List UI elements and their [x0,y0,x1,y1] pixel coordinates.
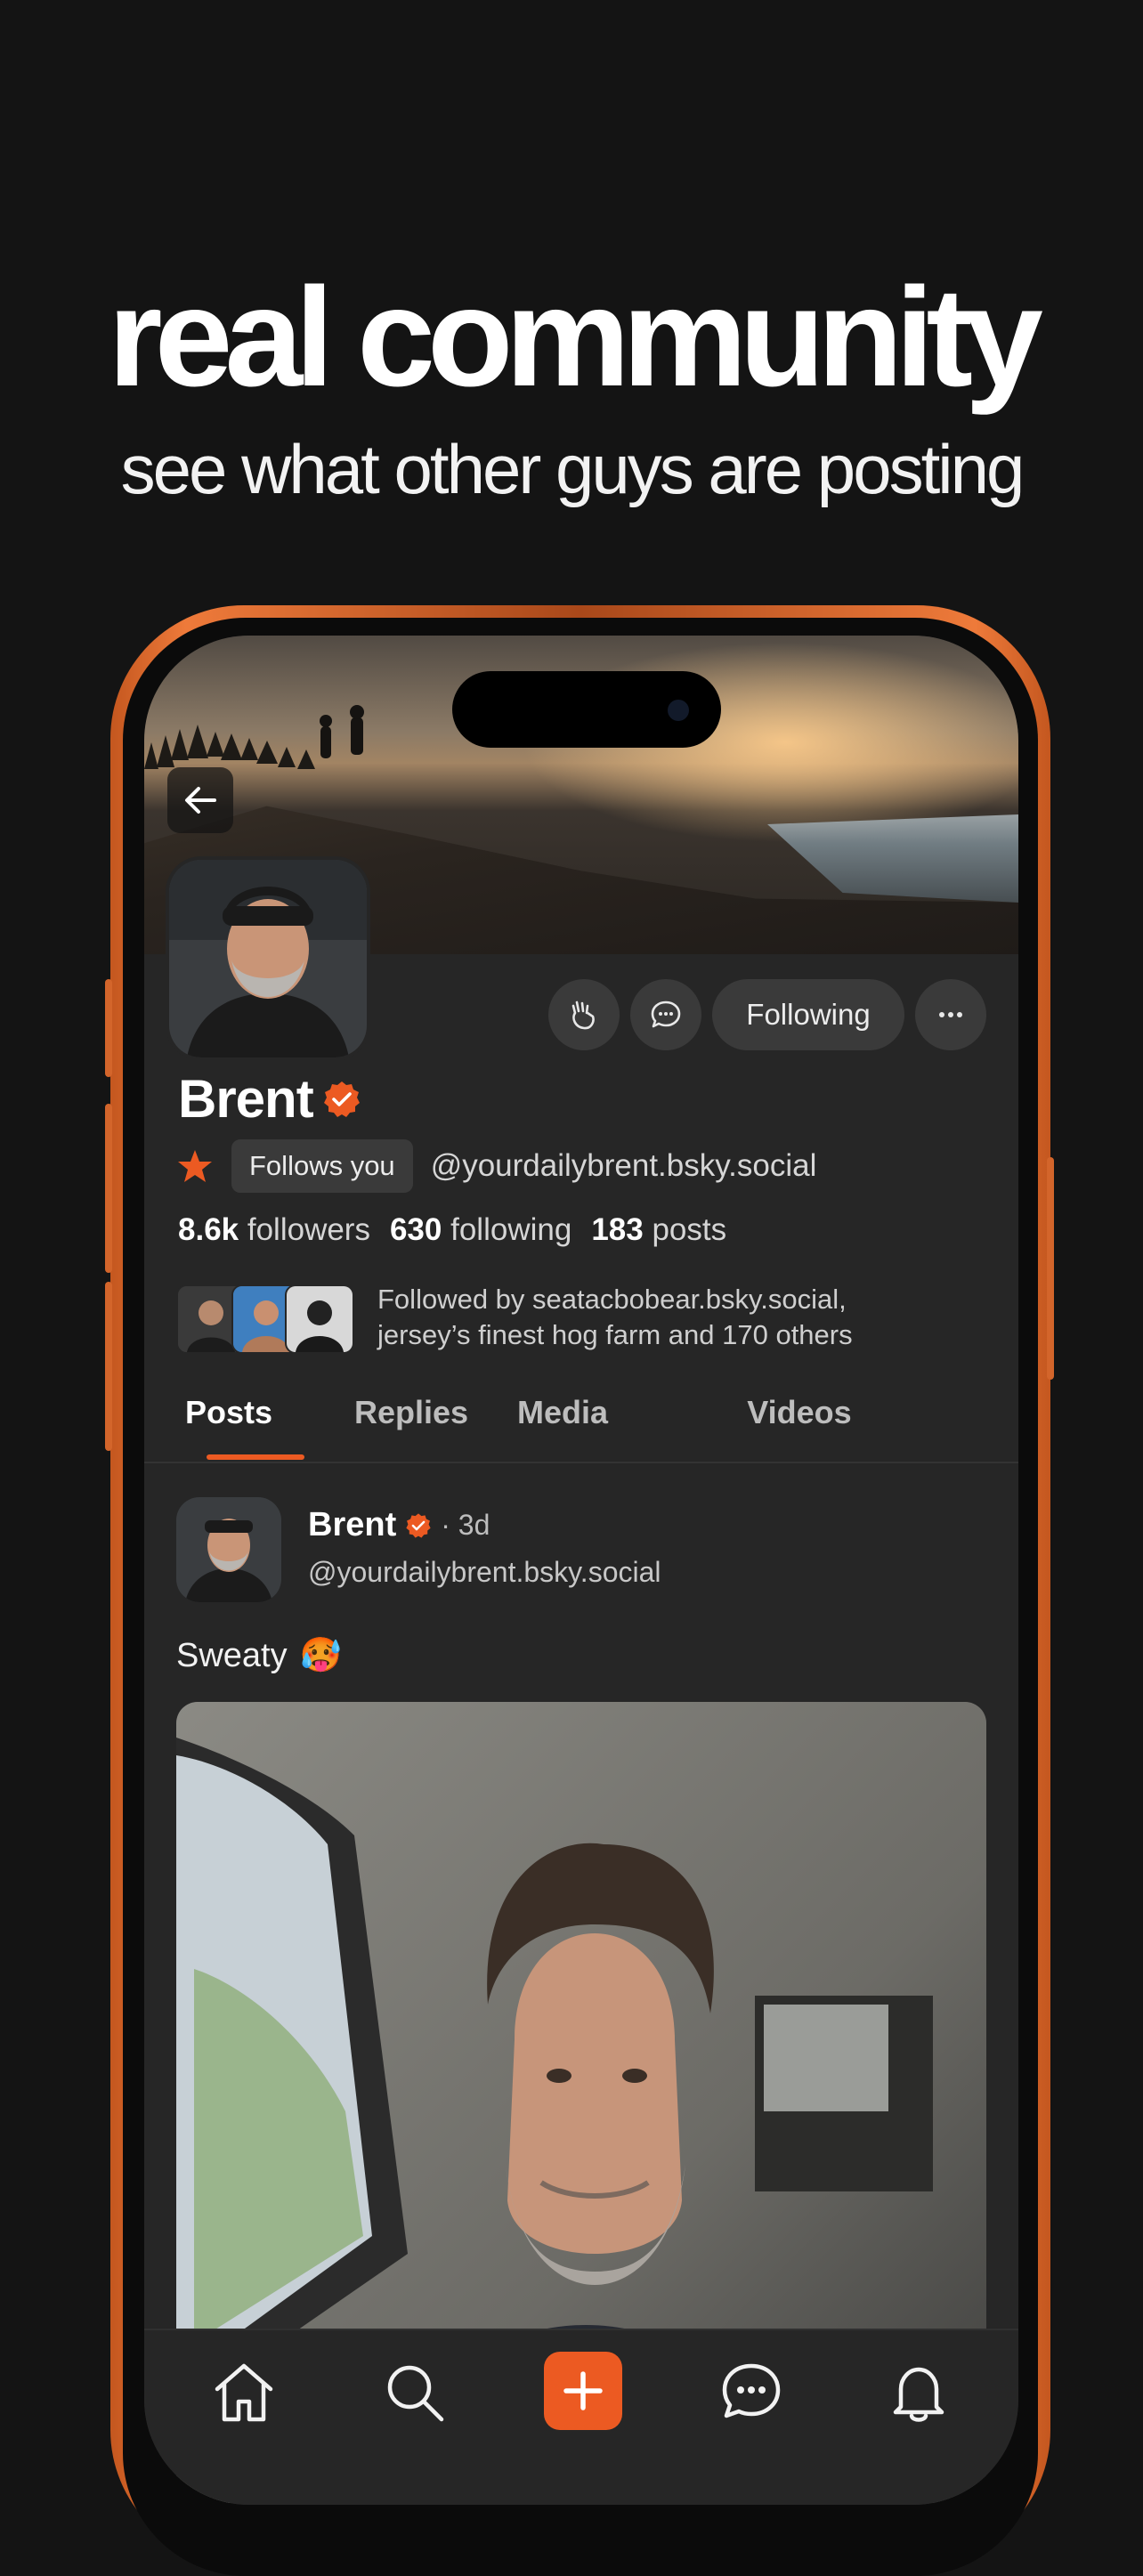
compose-icon [563,2371,603,2410]
followed-by-avatars [176,1284,354,1354]
following-label: following [450,1212,572,1247]
posts-count: 183 [591,1212,644,1247]
home-icon [215,2363,273,2422]
profile-handle-row: Follows you @yourdailybrent.bsky.social [176,1139,816,1193]
profile-tabs: Posts Replies Media Videos [144,1365,1018,1463]
tab-notifications[interactable] [874,2348,963,2437]
followers-stat[interactable]: 8.6k followers [178,1212,370,1248]
profile-avatar[interactable] [166,856,370,1061]
post-timestamp: · 3d [441,1509,490,1541]
wave-button[interactable] [548,979,620,1050]
bell-icon [893,2367,944,2422]
hand-wave-icon [572,1000,595,1030]
more-dots-icon [939,1012,962,1017]
post-author-handle[interactable]: @yourdailybrent.bsky.social [308,1556,661,1589]
post-body: Sweaty 🥵 [176,1636,342,1675]
promo-headline: real community [108,259,1043,416]
tab-videos[interactable]: Videos [707,1365,892,1460]
phone-volume-up-button [105,1104,112,1273]
following-stat[interactable]: 630 following [390,1212,572,1248]
followers-count: 8.6k [178,1212,239,1247]
profile-name: Brent [178,1069,314,1129]
chat-bubble-icon [651,1000,681,1028]
verified-badge-icon [406,1512,431,1538]
bottom-tab-bar [144,2329,1018,2505]
post-emoji: 🥵 [299,1637,342,1674]
more-options-button[interactable] [915,979,986,1050]
app-screen: Following Brent Follows you @yourdailybr… [144,636,1018,2505]
star-icon [178,1150,212,1182]
post-author-avatar[interactable] [176,1497,281,1602]
profile-handle[interactable]: @yourdailybrent.bsky.social [431,1148,817,1184]
phone-side-button [105,979,112,1077]
back-button[interactable] [167,767,233,833]
arrow-left-icon [185,787,216,814]
verified-badge-icon [323,1081,360,1117]
phone-power-button [1047,1157,1054,1380]
promo-subheadline: see what other guys are posting [120,430,1025,508]
following-button[interactable]: Following [712,979,904,1050]
post-text: Sweaty [176,1636,288,1674]
tab-chat[interactable] [707,2348,796,2437]
chat-icon [722,2363,781,2418]
followers-label: followers [247,1212,370,1247]
tab-replies[interactable]: Replies [340,1365,482,1460]
search-icon [387,2365,444,2422]
followed-by-row[interactable]: Followed by seatacbobear.bsky.social, je… [176,1282,929,1354]
tab-home[interactable] [199,2348,288,2437]
tab-search[interactable] [370,2348,459,2437]
posts-label: posts [652,1212,727,1247]
profile-actions: Following [548,979,986,1050]
follower-avatar [285,1284,354,1354]
front-camera [668,700,689,721]
message-button[interactable] [630,979,701,1050]
phone-volume-down-button [105,1282,112,1451]
profile-stats: 8.6k followers 630 following 183 posts [178,1212,726,1248]
profile-avatar-image [169,860,367,1057]
follows-you-badge: Follows you [231,1139,413,1193]
profile-name-row: Brent [178,1068,361,1130]
post-author-name[interactable]: Brent [308,1506,396,1544]
posts-stat: 183 posts [591,1212,726,1248]
active-tab-indicator [207,1454,304,1460]
post-header: Brent · 3d [308,1506,490,1544]
followed-by-text: Followed by seatacbobear.bsky.social, je… [377,1284,853,1350]
compose-button[interactable] [544,2352,622,2430]
tab-posts[interactable]: Posts [162,1365,296,1460]
following-count: 630 [389,1212,442,1247]
tab-media[interactable]: Media [474,1365,652,1460]
